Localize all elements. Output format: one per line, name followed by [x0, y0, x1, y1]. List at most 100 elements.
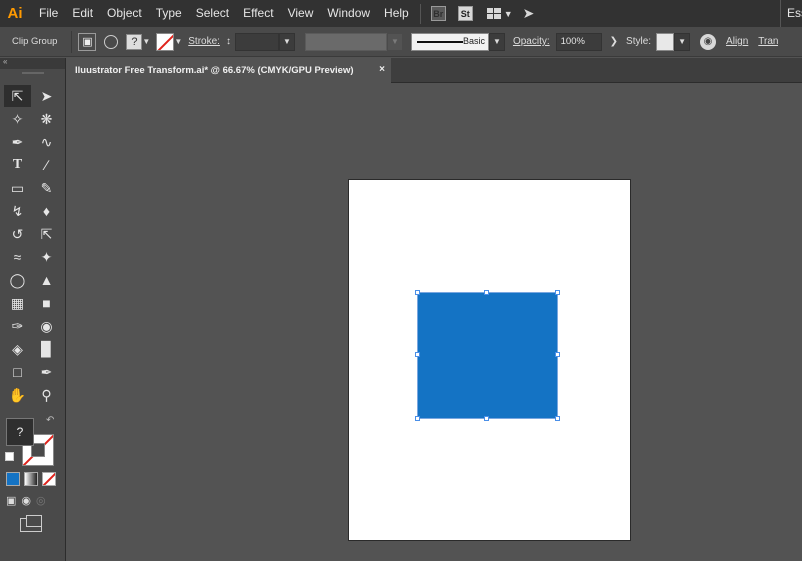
menu-object[interactable]: Object [100, 0, 149, 27]
shape-builder-tool-icon[interactable]: ◯ [4, 269, 31, 291]
panel-grip[interactable] [0, 69, 65, 76]
menu-edit[interactable]: Edit [65, 0, 100, 27]
menu-window[interactable]: Window [320, 0, 377, 27]
zoom-tool-icon[interactable]: ⚲ [33, 384, 60, 406]
width-tool-icon[interactable]: ≈ [4, 246, 31, 268]
variable-width-profile[interactable] [304, 32, 387, 51]
direct-selection-tool-icon[interactable]: ➤ [33, 85, 60, 107]
gradient-mode-button[interactable] [24, 472, 38, 486]
handle-bottom-center[interactable] [484, 416, 489, 421]
type-tool-icon[interactable]: T [4, 154, 31, 176]
brush-dropdown[interactable]: ▼ [488, 32, 505, 51]
blend-tool-icon[interactable]: ◉ [33, 315, 60, 337]
artboard-tool-icon[interactable]: □ [4, 361, 31, 383]
rotate-tool-icon[interactable]: ↺ [4, 223, 31, 245]
handle-middle-left[interactable] [415, 352, 420, 357]
graphic-style-dropdown[interactable]: ▼ [674, 32, 691, 51]
illustrator-window: Ai File Edit Object Type Select Effect V… [0, 0, 802, 561]
mesh-tool-icon[interactable]: ▦ [4, 292, 31, 314]
edit-contents-icon[interactable] [104, 34, 119, 49]
chevron-down-icon[interactable]: ▼ [142, 37, 150, 46]
menu-type[interactable]: Type [149, 0, 189, 27]
hand-tool-icon[interactable]: ✋ [4, 384, 31, 406]
perspective-grid-tool-icon[interactable]: ▲ [33, 269, 60, 291]
menu-help[interactable]: Help [377, 0, 416, 27]
workspace-switcher[interactable]: Essentials [780, 0, 802, 27]
lasso-tool-icon[interactable]: ❋ [33, 108, 60, 130]
bridge-button[interactable]: Br [430, 6, 446, 21]
menu-bar: Ai File Edit Object Type Select Effect V… [0, 0, 802, 27]
stroke-label[interactable]: Stroke: [188, 36, 220, 47]
draw-normal-icon[interactable]: ▣ [6, 494, 16, 507]
collapse-icon[interactable]: « [3, 57, 7, 66]
curvature-tool-icon[interactable]: ∿ [33, 131, 60, 153]
handle-top-right[interactable] [555, 290, 560, 295]
selection-tool-icon[interactable]: ⇱ [4, 85, 31, 107]
opacity-label[interactable]: Opacity: [513, 36, 550, 47]
close-icon[interactable]: × [379, 64, 385, 75]
canvas-area[interactable] [66, 84, 802, 561]
handle-top-center[interactable] [484, 290, 489, 295]
handle-middle-right[interactable] [555, 352, 560, 357]
fill-swatch-large[interactable]: ? [6, 418, 34, 446]
fill-swatch[interactable]: ? [126, 33, 143, 50]
graphic-style-swatch[interactable] [656, 32, 675, 51]
paintbrush-tool-icon[interactable]: ✎ [33, 177, 60, 199]
opacity-input[interactable]: 100% [555, 32, 602, 51]
line-segment-tool-icon[interactable]: ∕ [33, 154, 60, 176]
handle-top-left[interactable] [415, 290, 420, 295]
rectangle-tool-icon[interactable]: ▭ [4, 177, 31, 199]
recolor-artwork-icon[interactable]: ◉ [700, 33, 717, 50]
stroke-weight-stepper-icon[interactable]: ↕ [226, 36, 231, 47]
scale-tool-icon[interactable]: ⇱ [33, 223, 60, 245]
fill-stroke-widget: ? ↶ [4, 415, 58, 468]
eraser-tool-icon[interactable]: ♦ [33, 200, 60, 222]
brush-definition[interactable]: Basic [410, 32, 489, 51]
app-logo: Ai [7, 5, 23, 22]
handle-bottom-left[interactable] [415, 416, 420, 421]
default-fill-stroke-icon[interactable] [5, 452, 14, 461]
chevron-down-icon[interactable]: ▼ [504, 9, 513, 19]
menu-view[interactable]: View [281, 0, 321, 27]
draw-inside-icon[interactable]: ◎ [36, 494, 46, 507]
chevron-right-icon[interactable]: ❯ [610, 36, 618, 47]
document-tab[interactable]: Iluustrator Free Transform.ai* @ 66.67% … [66, 58, 391, 83]
handle-bottom-right[interactable] [555, 416, 560, 421]
none-mode-button[interactable] [42, 472, 56, 486]
stroke-swatch[interactable] [156, 32, 175, 51]
draw-behind-icon[interactable]: ◉ [21, 494, 31, 507]
align-link[interactable]: Align [726, 36, 748, 47]
selected-blue-rectangle[interactable] [415, 290, 560, 421]
slice-tool-icon[interactable]: ✒ [33, 361, 60, 383]
shaper-tool-icon[interactable]: ↯ [4, 200, 31, 222]
style-label: Style: [626, 36, 652, 47]
control-divider [71, 30, 73, 53]
color-mode-buttons [6, 472, 56, 486]
stroke-weight-dropdown[interactable]: ▼ [278, 32, 295, 51]
stroke-weight-input[interactable] [234, 32, 279, 51]
menu-effect[interactable]: Effect [236, 0, 280, 27]
document-tab-bar: Iluustrator Free Transform.ai* @ 66.67% … [66, 58, 802, 83]
tools-panel-header[interactable]: « [0, 57, 65, 69]
tool-grid: ⇱ ➤ ✧ ❋ ✒ ∿ T ∕ ▭ ✎ ↯ ♦ ↺ ⇱ ≈ ✦ ◯ ▲ ▦ ■ … [4, 85, 62, 407]
magic-wand-tool-icon[interactable]: ✧ [4, 108, 31, 130]
eyedropper-tool-icon[interactable]: ✑ [4, 315, 31, 337]
adobe-stock-button[interactable]: St [457, 6, 473, 21]
menu-file[interactable]: File [30, 0, 65, 27]
puppet-warp-tool-icon[interactable]: ✦ [33, 246, 60, 268]
swap-fill-stroke-icon[interactable]: ↶ [46, 415, 54, 426]
symbol-sprayer-tool-icon[interactable]: ◈ [4, 338, 31, 360]
menu-select[interactable]: Select [189, 0, 236, 27]
transform-link[interactable]: Transform [758, 36, 778, 47]
document-tab-title: Iluustrator Free Transform.ai* @ 66.67% … [75, 65, 354, 76]
column-graph-tool-icon[interactable]: ▉ [33, 338, 60, 360]
gradient-tool-icon[interactable]: ■ [33, 292, 60, 314]
gpu-performance-icon[interactable]: ➤ [523, 5, 535, 22]
pen-tool-icon[interactable]: ✒ [4, 131, 31, 153]
screen-mode-icon[interactable] [20, 515, 42, 532]
arrange-documents-icon[interactable] [486, 8, 501, 19]
color-mode-button[interactable] [6, 472, 20, 486]
chevron-down-icon[interactable]: ▼ [174, 37, 182, 46]
artboard[interactable] [348, 179, 631, 541]
edit-clipping-path-icon[interactable]: ▣ [78, 32, 97, 51]
